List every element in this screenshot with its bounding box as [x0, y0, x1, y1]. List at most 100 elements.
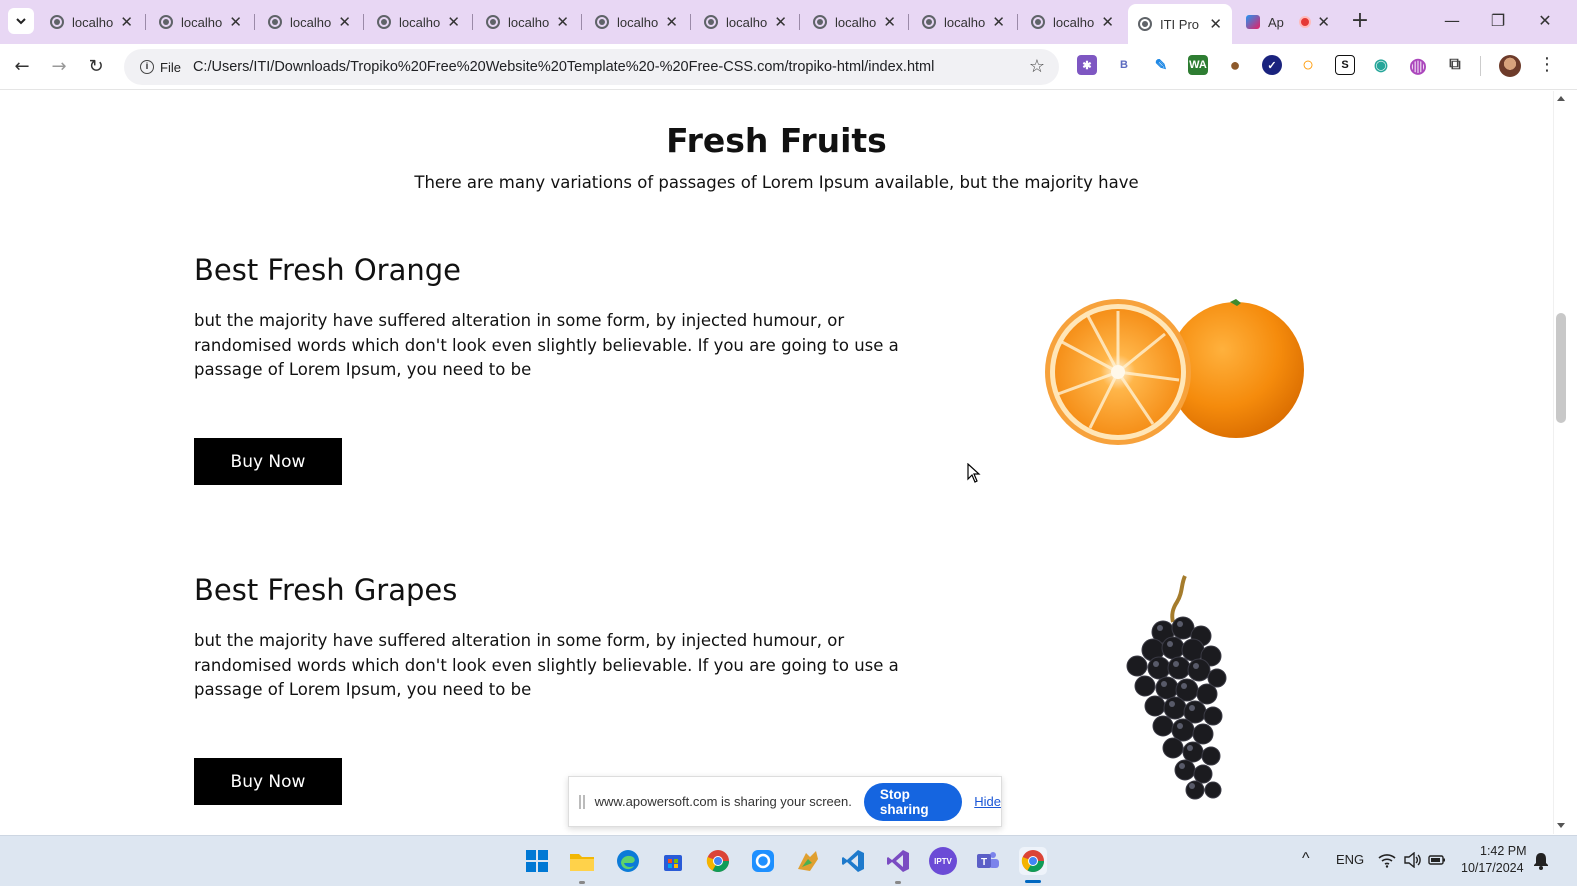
hide-link[interactable]: Hide — [974, 794, 1001, 809]
puzzle-extension-icon[interactable]: ⧉ — [1445, 55, 1465, 75]
tab-separator — [908, 14, 909, 30]
browser-tab[interactable]: localho ✕ — [1021, 6, 1124, 38]
chrome-icon[interactable] — [704, 847, 732, 875]
chevron-down-icon — [16, 18, 26, 25]
product-name: Best Fresh Orange — [194, 253, 461, 287]
b-extension-icon[interactable]: B — [1114, 55, 1134, 75]
wifi-icon[interactable] — [1378, 852, 1396, 868]
browser-tab[interactable]: localho ✕ — [912, 6, 1015, 38]
tab-title: localho — [399, 14, 441, 30]
feather-extension-icon[interactable]: ✎ — [1151, 55, 1171, 75]
site-info-chip[interactable]: i File — [132, 54, 189, 80]
close-tab-icon[interactable]: ✕ — [883, 13, 896, 31]
profile-avatar[interactable] — [1499, 55, 1521, 77]
browser-tab[interactable]: localho ✕ — [40, 6, 143, 38]
file-explorer-icon[interactable] — [568, 847, 596, 875]
globe-favicon-icon — [813, 15, 827, 29]
browser-tab[interactable]: localho ✕ — [367, 6, 470, 38]
close-tab-icon[interactable]: ✕ — [1317, 13, 1330, 31]
vscode-logo-icon — [842, 850, 864, 872]
close-tab-icon[interactable]: ✕ — [1209, 15, 1222, 33]
new-tab-button[interactable]: + — [1347, 9, 1373, 35]
minimize-button[interactable]: — — [1437, 8, 1467, 36]
buy-now-button[interactable]: Buy Now — [194, 758, 342, 805]
language-indicator[interactable]: ENG — [1336, 852, 1364, 867]
store-icon[interactable] — [659, 847, 687, 875]
close-tab-icon[interactable]: ✕ — [556, 13, 569, 31]
notification-bell-icon[interactable] — [1533, 852, 1549, 870]
close-tab-icon[interactable]: ✕ — [992, 13, 1005, 31]
tab-separator — [690, 14, 691, 30]
close-tab-icon[interactable]: ✕ — [229, 13, 242, 31]
tab-separator — [254, 14, 255, 30]
browser-tab-active[interactable]: ITI Pro ✕ — [1128, 4, 1232, 44]
browser-tab[interactable]: localho ✕ — [803, 6, 906, 38]
edge-logo-icon — [617, 850, 639, 872]
bookmark-star-icon[interactable]: ☆ — [1029, 56, 1045, 77]
back-button[interactable]: ← — [9, 54, 35, 80]
scheme-label: File — [160, 59, 181, 75]
vscode-icon[interactable] — [839, 847, 867, 875]
iptv-icon[interactable]: IPTV — [929, 847, 957, 875]
close-tab-icon[interactable]: ✕ — [338, 13, 351, 31]
close-tab-icon[interactable]: ✕ — [665, 13, 678, 31]
tab-title: localho — [508, 14, 550, 30]
reload-button[interactable]: ↻ — [83, 54, 109, 80]
camera-extension-icon[interactable]: ◉ — [1371, 55, 1391, 75]
scroll-down-arrow-icon[interactable] — [1557, 823, 1565, 828]
running-indicator — [579, 881, 585, 884]
globe-extension-icon[interactable]: ◍ — [1408, 55, 1428, 77]
globe-favicon-icon — [1031, 15, 1045, 29]
tab-title: localho — [617, 14, 659, 30]
volume-icon[interactable] — [1403, 852, 1421, 868]
teams-icon[interactable]: T — [974, 847, 1002, 875]
visual-studio-icon[interactable] — [884, 847, 912, 875]
restore-button[interactable]: ❐ — [1483, 8, 1513, 36]
close-tab-icon[interactable]: ✕ — [447, 13, 460, 31]
url-text[interactable]: C:/Users/ITI/Downloads/Tropiko%20Free%20… — [193, 59, 934, 75]
clock-date[interactable]: 10/17/2024 — [1461, 861, 1524, 875]
browser-tab-recording[interactable]: Ap ✕ — [1236, 6, 1340, 38]
mouse-cursor-icon — [967, 463, 981, 483]
address-bar[interactable]: i File C:/Users/ITI/Downloads/Tropiko%20… — [124, 49, 1059, 85]
browser-tab[interactable]: localho ✕ — [585, 6, 688, 38]
wa-extension-icon[interactable]: WA — [1188, 55, 1208, 75]
scroll-up-arrow-icon[interactable] — [1557, 96, 1565, 101]
s-extension-icon[interactable]: S — [1335, 55, 1355, 75]
check-extension-icon[interactable]: ✓ — [1262, 55, 1282, 75]
store-bag-icon — [664, 855, 682, 871]
tab-search-button[interactable] — [8, 8, 34, 34]
close-tab-icon[interactable]: ✕ — [120, 13, 133, 31]
gear-extension-icon[interactable]: ✱ — [1077, 55, 1097, 75]
page-scrollbar[interactable] — [1553, 91, 1568, 834]
edge-icon[interactable] — [614, 847, 642, 875]
tray-overflow-chevron-icon[interactable]: ^ — [1302, 850, 1310, 868]
close-tab-icon[interactable]: ✕ — [1101, 13, 1114, 31]
apowersoft-logo-icon — [752, 850, 774, 872]
paint-icon[interactable] — [794, 847, 822, 875]
info-icon: i — [140, 60, 154, 74]
clock-time[interactable]: 1:42 PM — [1480, 844, 1527, 858]
globe-favicon-icon — [1138, 17, 1152, 31]
drag-handle-icon[interactable] — [579, 794, 585, 809]
close-tab-icon[interactable]: ✕ — [774, 13, 787, 31]
ring-extension-icon[interactable]: ○ — [1298, 54, 1318, 76]
buy-now-button[interactable]: Buy Now — [194, 438, 342, 485]
cookie-extension-icon[interactable]: ● — [1225, 55, 1245, 75]
browser-tab[interactable]: localho ✕ — [476, 6, 579, 38]
battery-icon[interactable] — [1428, 853, 1446, 867]
browser-tab[interactable]: localho ✕ — [258, 6, 361, 38]
scrollbar-thumb[interactable] — [1556, 313, 1566, 423]
browser-tab[interactable]: localho ✕ — [149, 6, 252, 38]
chrome-logo-icon — [706, 850, 729, 872]
start-button[interactable] — [523, 847, 551, 875]
active-app-indicator — [1025, 880, 1041, 883]
browser-tab[interactable]: localho ✕ — [694, 6, 797, 38]
close-window-button[interactable]: ✕ — [1530, 8, 1560, 36]
chrome-active-icon[interactable] — [1019, 847, 1047, 875]
forward-button[interactable]: → — [46, 54, 72, 80]
stop-sharing-button[interactable]: Stop sharing — [863, 782, 963, 821]
browser-menu-icon[interactable]: ⋮ — [1538, 54, 1556, 76]
tab-title: localho — [1053, 14, 1095, 30]
apowersoft-icon[interactable] — [749, 847, 777, 875]
